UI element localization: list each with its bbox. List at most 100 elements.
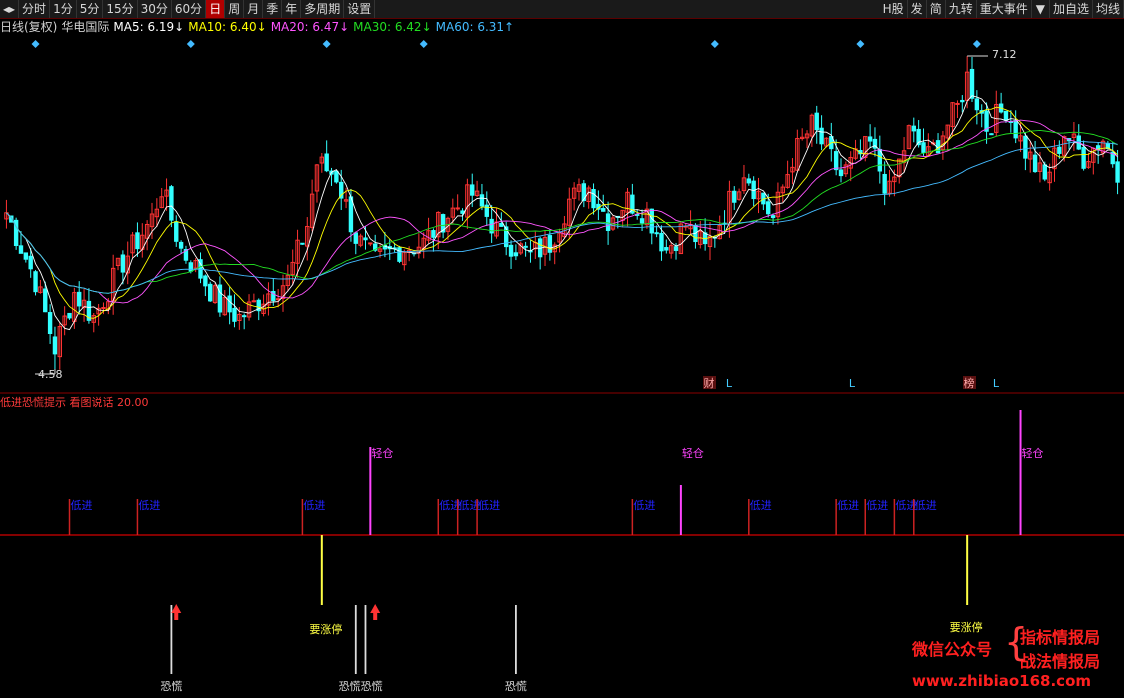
- candle-body: [18, 245, 24, 254]
- light-position-label: 轻仓: [371, 446, 393, 460]
- candle-body: [241, 315, 247, 318]
- candle-body: [838, 169, 844, 177]
- candle-body: [955, 102, 960, 105]
- candle-body: [275, 298, 281, 301]
- candle-body: [52, 336, 58, 355]
- buy-label: 低进: [303, 499, 325, 512]
- watermark: 微信公众号 { 指标情报局 战法情报局 www.zhibiao168.com: [908, 620, 1124, 698]
- arrow-up-icon: [171, 604, 182, 620]
- arrow-up-icon: [370, 604, 381, 620]
- watermark-name-2: 战法情报局: [1020, 652, 1101, 671]
- candle-body: [1032, 154, 1038, 173]
- price-panel: 财LL榜L: [0, 40, 1124, 394]
- event-marker-4: L: [993, 377, 1000, 390]
- watermark-url: www.zhibiao168.com: [912, 672, 1092, 690]
- diamond-icon: [186, 40, 195, 48]
- light-position-label: 轻仓: [682, 446, 704, 460]
- buy-label: 低进: [633, 499, 655, 512]
- candle-body: [601, 208, 606, 212]
- candle-body: [659, 232, 664, 252]
- candle-body: [732, 190, 737, 203]
- candle-body: [746, 178, 752, 184]
- candle-body: [353, 232, 358, 244]
- candle-body: [334, 170, 339, 183]
- diamond-icon: [856, 40, 865, 48]
- candle-body: [770, 215, 776, 219]
- candle-body: [664, 247, 669, 251]
- diamond-icon: [419, 40, 428, 48]
- candle-body: [300, 242, 305, 245]
- watermark-name-1: 指标情报局: [1020, 628, 1101, 647]
- buy-label: 低进: [478, 499, 500, 512]
- buy-label: 低进: [750, 499, 772, 512]
- event-marker-3: 榜: [964, 376, 975, 390]
- candle-body: [911, 125, 916, 132]
- candle-body: [499, 222, 504, 227]
- candle-body: [188, 262, 194, 272]
- event-marker-0: 财: [704, 376, 715, 390]
- candle-body: [227, 295, 232, 313]
- event-marker-2: L: [849, 377, 856, 390]
- candle-body: [766, 201, 771, 215]
- candle-body: [1003, 110, 1009, 121]
- candle-body: [969, 68, 975, 99]
- buy-label: 低进: [915, 499, 937, 512]
- candle-body: [649, 208, 654, 234]
- candle-body: [324, 153, 329, 172]
- candle-body: [363, 237, 368, 241]
- candle-body: [654, 232, 659, 235]
- panic-label: 恐慌恐慌: [339, 680, 383, 693]
- candle-body: [1115, 161, 1120, 183]
- candle-body: [882, 173, 887, 194]
- candle-body: [120, 254, 126, 273]
- candle-body: [479, 194, 485, 207]
- candle-body: [960, 99, 965, 103]
- candle-body: [833, 151, 839, 171]
- candle-body: [135, 232, 140, 250]
- buy-label: 低进: [866, 499, 888, 512]
- diamond-icon: [972, 40, 981, 48]
- candle-body: [470, 184, 475, 196]
- diamond-icon: [710, 40, 719, 48]
- candle-body: [819, 127, 824, 145]
- candle-body: [974, 98, 980, 111]
- candle-body: [591, 189, 596, 209]
- buy-label: 低进: [138, 499, 160, 512]
- candle-body: [1057, 146, 1062, 154]
- event-marker-1: L: [726, 377, 733, 390]
- candle-body: [455, 207, 460, 210]
- candle-body: [251, 300, 257, 303]
- candle-body: [169, 186, 174, 221]
- candle-body: [101, 307, 106, 310]
- buy-label: 低进: [71, 499, 93, 512]
- candle-body: [508, 244, 514, 257]
- candle-body: [1013, 120, 1018, 139]
- panic-label: 恐慌: [505, 680, 527, 693]
- candle-body: [673, 246, 679, 251]
- low-price-label: 4.58: [38, 368, 63, 381]
- high-price-label: 7.12: [992, 48, 1017, 61]
- light-position-label: 轻仓: [1022, 446, 1044, 460]
- panic-label: 恐慌: [160, 680, 182, 693]
- candle-body: [1023, 135, 1028, 159]
- candle-body: [639, 218, 645, 224]
- indicator-title: 低进恐慌提示 看图说话 20.00: [0, 396, 149, 409]
- candle-body: [1081, 146, 1086, 169]
- candle-body: [431, 230, 436, 238]
- diamond-icon: [31, 40, 40, 48]
- candle-body: [208, 283, 213, 302]
- candle-body: [178, 241, 184, 249]
- kline-chart[interactable]: 财LL榜L 低进 低进 低进 低进低进低进 低进 低进 低进 低进 低进低进轻仓 轻仓 轻仓要涨停要…: [0, 0, 1124, 698]
- candle-body: [33, 271, 38, 293]
- diamond-icon: [322, 40, 331, 48]
- candle-body: [43, 288, 48, 313]
- watermark-wechat: 微信公众号: [912, 640, 993, 659]
- buy-label: 低进: [837, 499, 859, 512]
- candle-body: [47, 312, 53, 335]
- candle-body: [368, 242, 373, 245]
- candle-body: [67, 312, 72, 319]
- candle-body: [28, 255, 33, 270]
- candle-body: [547, 235, 553, 253]
- candle-body: [1042, 164, 1047, 180]
- candle-body: [348, 196, 354, 233]
